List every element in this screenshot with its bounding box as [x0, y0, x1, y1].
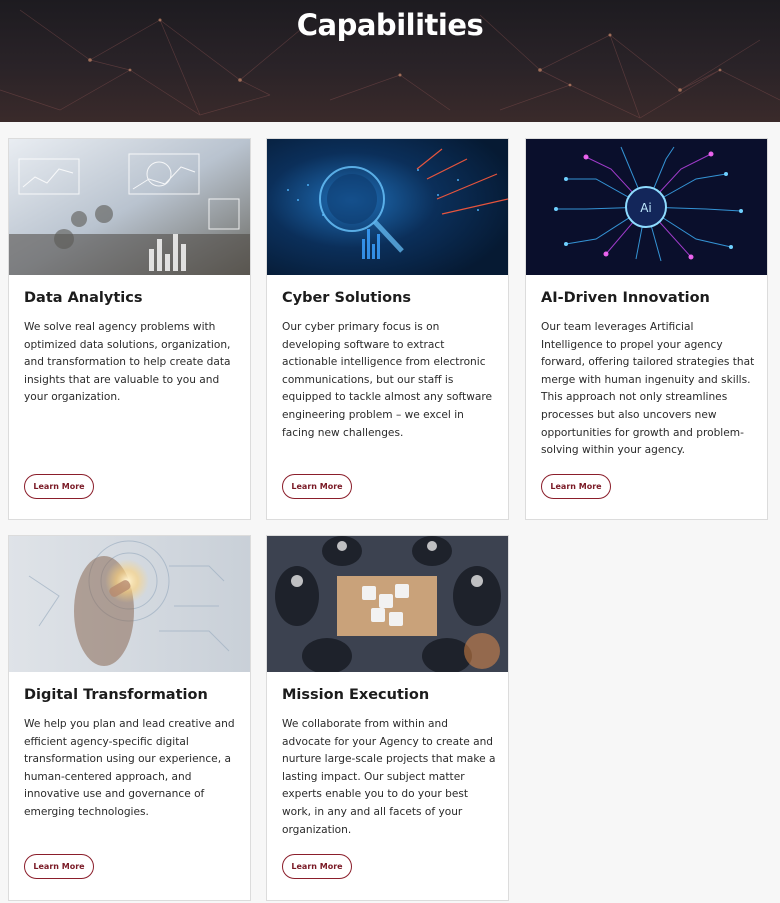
digital-touch-image [9, 536, 250, 672]
learn-more-button[interactable]: Learn More [282, 474, 352, 499]
cyber-lens-image [267, 139, 508, 275]
hero-banner: Capabilities [0, 0, 780, 122]
card-title: Data Analytics [24, 290, 143, 306]
data-dashboard-image [9, 139, 250, 275]
card-title: AI-Driven Innovation [541, 290, 710, 306]
capability-card-cyber-solutions: Cyber Solutions Our cyber primary focus … [266, 138, 509, 520]
card-title: Mission Execution [282, 687, 430, 703]
card-description: We collaborate from within and advocate … [282, 718, 496, 836]
card-title: Cyber Solutions [282, 290, 412, 306]
learn-more-button[interactable]: Learn More [541, 474, 611, 499]
card-description: Our team leverages Artificial Intelligen… [541, 321, 755, 457]
ai-chip-image: Ai [526, 139, 767, 275]
capability-card-ai-driven-innovation: Ai AI-Driven Innovation Our team leverag… [525, 138, 768, 520]
capability-card-data-analytics: Data Analytics We solve real agency prob… [8, 138, 251, 520]
ai-chip-label: Ai [640, 201, 652, 215]
page-title: Capabilities [296, 8, 484, 42]
learn-more-button[interactable]: Learn More [24, 474, 94, 499]
card-description: Our cyber primary focus is on developing… [282, 321, 493, 439]
capability-card-mission-execution: Mission Execution We collaborate from wi… [266, 535, 509, 901]
card-title: Digital Transformation [24, 687, 208, 703]
capability-card-digital-transformation: Digital Transformation We help you plan … [8, 535, 251, 901]
learn-more-button[interactable]: Learn More [282, 854, 352, 879]
team-puzzle-image [267, 536, 508, 672]
card-description: We solve real agency problems with optim… [24, 321, 231, 404]
card-description: We help you plan and lead creative and e… [24, 718, 235, 818]
learn-more-button[interactable]: Learn More [24, 854, 94, 879]
